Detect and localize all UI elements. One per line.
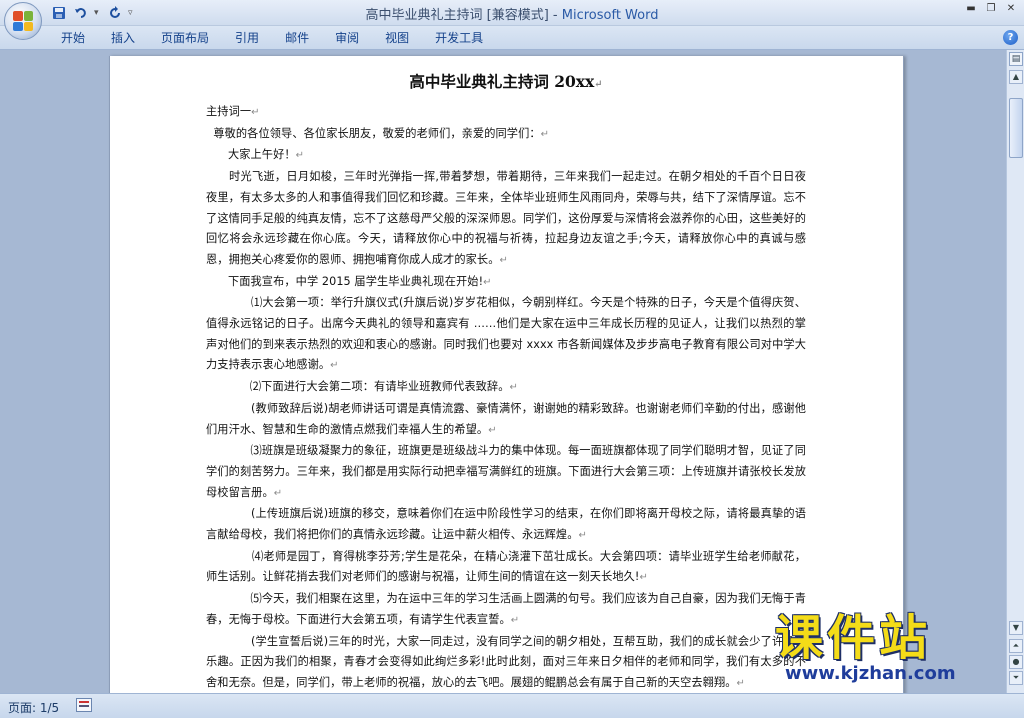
tab-page-layout[interactable]: 页面布局 [148, 29, 222, 47]
scroll-thumb[interactable] [1009, 98, 1023, 158]
paragraph-text: ⑷老师是园丁，育得桃李芬芳;学生是花朵，在精心浇灌下茁壮成长。大会第四项：请毕业… [206, 549, 807, 584]
title-bar: ▾ ▿ 高中毕业典礼主持词 [兼容模式] - Microsoft Word ▬ … [0, 0, 1024, 26]
ribbon-tabs: 开始 插入 页面布局 引用 邮件 审阅 视图 开发工具 [48, 29, 496, 47]
tab-mailings[interactable]: 邮件 [272, 29, 322, 47]
watermark-logo: 课件站 www.kjzhan.com [775, 612, 1024, 692]
status-bar: 页面: 1/5 [0, 693, 1024, 718]
paragraph-list: 主持词一↵ 尊敬的各位领导、各位家长朋友，敬爱的老师们，亲爱的同学们：↵ 大家上… [206, 102, 806, 693]
paragraph-text: ⑴大会第一项：举行升旗仪式(升旗后说)岁岁花相似，今朝别样红。今天是个特殊的日子… [206, 296, 806, 372]
paragraph-text: 大家上午好！ [206, 148, 296, 162]
paragraph-text: ⑵下面进行大会第二项：有请毕业班教师代表致辞。 [206, 380, 510, 394]
tab-developer[interactable]: 开发工具 [422, 29, 496, 47]
help-icon[interactable]: ? [1003, 30, 1018, 45]
paragraph-text: ⑶班旗是班级凝聚力的象征，班旗更是班级战斗力的集中体现。每一面班旗都体现了同学们… [206, 444, 806, 499]
ruler-toggle-icon[interactable]: ▤ [1009, 52, 1023, 66]
paragraph-text: ⑸今天，我们相聚在这里，为在运中三年的学习生活画上圆满的句号。我们应该为自己自豪… [206, 592, 806, 626]
paragraph-mark-icon: ↵ [499, 254, 508, 266]
paragraph: ⑶班旗是班级凝聚力的象征，班旗更是班级战斗力的集中体现。每一面班旗都体现了同学们… [206, 441, 806, 504]
paragraph-mark-icon: ↵ [736, 677, 745, 689]
paragraph: (教师致辞后说)胡老师讲话可谓是真情流露、豪情满怀，谢谢她的精彩致辞。也谢谢老师… [206, 399, 806, 441]
paragraph-mark-icon: ↵ [295, 150, 305, 162]
paragraph-mark-icon: ↵ [483, 276, 492, 288]
paragraph-text: 下面我宣布，中学 2015 届学生毕业典礼现在开始! [206, 274, 484, 288]
ribbon: 开始 插入 页面布局 引用 邮件 审阅 视图 开发工具 ? [0, 26, 1024, 50]
paragraph: 尊敬的各位领导、各位家长朋友，敬爱的老师们，亲爱的同学们：↵ [206, 124, 806, 146]
watermark-title: 课件站 [775, 610, 932, 666]
paragraph: (学生宣誓后说)三年的时光，大家一同走过，没有同学之间的朝夕相处，互帮互助，我们… [206, 632, 806, 693]
paragraph-mark-icon: ↵ [578, 530, 587, 542]
tab-home[interactable]: 开始 [48, 29, 98, 47]
page-content: 高中毕业典礼主持词 20xx↵ 主持词一↵ 尊敬的各位领导、各位家长朋友，敬爱的… [206, 70, 806, 693]
paragraph: 下面我宣布，中学 2015 届学生毕业典礼现在开始!↵ [206, 272, 806, 294]
window-title: 高中毕业典礼主持词 [兼容模式] - Microsoft Word [0, 4, 1024, 23]
paragraph: 时光飞逝，日月如梭，三年时光弹指一挥,带着梦想，带着期待，三年来我们一起走过。在… [206, 167, 806, 272]
paragraph-text: (学生宣誓后说)三年的时光，大家一同走过，没有同学之间的朝夕相处，互帮互助，我们… [206, 634, 806, 689]
tab-view[interactable]: 视图 [372, 29, 422, 47]
restore-icon[interactable]: ❐ [982, 2, 1000, 16]
paragraph: 大家上午好！↵ [206, 145, 806, 167]
minimize-icon[interactable]: ▬ [962, 2, 980, 16]
close-icon[interactable]: ✕ [1002, 2, 1020, 16]
paragraph-mark-icon: ↵ [639, 572, 648, 584]
tab-review[interactable]: 审阅 [322, 29, 372, 47]
paragraph: ⑵下面进行大会第二项：有请毕业班教师代表致辞。↵ [206, 377, 806, 399]
document-page[interactable]: 高中毕业典礼主持词 20xx↵ 主持词一↵ 尊敬的各位领导、各位家长朋友，敬爱的… [109, 56, 904, 693]
document-area: 高中毕业典礼主持词 20xx↵ 主持词一↵ 尊敬的各位领导、各位家长朋友，敬爱的… [0, 50, 1006, 693]
paragraph-mark-icon: ↵ [330, 360, 339, 372]
paragraph-mark-icon: ↵ [509, 382, 518, 394]
paragraph: 主持词一↵ [206, 102, 806, 124]
tab-references[interactable]: 引用 [222, 29, 272, 47]
paragraph-mark-icon: ↵ [510, 614, 520, 626]
office-button[interactable] [4, 2, 42, 40]
paragraph: ⑷老师是园丁，育得桃李芬芳;学生是花朵，在精心浇灌下茁壮成长。大会第四项：请毕业… [206, 547, 806, 589]
paragraph: ⑴大会第一项：举行升旗仪式(升旗后说)岁岁花相似，今朝别样红。今天是个特殊的日子… [206, 293, 806, 377]
vertical-scrollbar[interactable]: ▤ ▲ ▼ ⏶ ● ⏷ [1006, 50, 1024, 693]
proofing-status-icon[interactable] [76, 698, 92, 712]
app-name: Microsoft Word [561, 8, 659, 23]
window-controls: ▬ ❐ ✕ [962, 2, 1020, 16]
paragraph: ⑸今天，我们相聚在这里，为在运中三年的学习生活画上圆满的句号。我们应该为自己自豪… [206, 589, 806, 631]
document-heading: 高中毕业典礼主持词 20xx↵ [409, 72, 603, 91]
paragraph-text: 尊敬的各位领导、各位家长朋友，敬爱的老师们，亲爱的同学们： [206, 126, 541, 140]
paragraph-text: 时光飞逝，日月如梭，三年时光弹指一挥,带着梦想，带着期待，三年来我们一起走过。在… [206, 170, 806, 266]
watermark-url: www.kjzhan.com [785, 663, 956, 684]
scroll-up-icon[interactable]: ▲ [1009, 70, 1023, 84]
paragraph-mark-icon: ↵ [251, 107, 260, 118]
paragraph-mark-icon: ↵ [273, 487, 283, 499]
tab-insert[interactable]: 插入 [98, 29, 148, 47]
paragraph-text: 主持词一 [206, 105, 252, 118]
office-logo-icon [13, 11, 33, 31]
paragraph-text: (教师致辞后说)胡老师讲话可谓是真情流露、豪情满怀，谢谢她的精彩致辞。也谢谢老师… [206, 401, 806, 436]
paragraph-mark-icon: ↵ [488, 424, 497, 436]
paragraph: (上传班旗后说)班旗的移交，意味着你们在运中阶段性学习的结束，在你们即将离开母校… [206, 504, 806, 546]
paragraph-text: (上传班旗后说)班旗的移交，意味着你们在运中阶段性学习的结束，在你们即将离开母校… [206, 507, 806, 542]
paragraph-mark-icon: ↵ [540, 128, 550, 140]
page-indicator[interactable]: 页面: 1/5 [8, 699, 59, 716]
document-title: 高中毕业典礼主持词 [兼容模式] - [365, 8, 562, 23]
paragraph-mark-icon: ↵ [594, 79, 603, 90]
